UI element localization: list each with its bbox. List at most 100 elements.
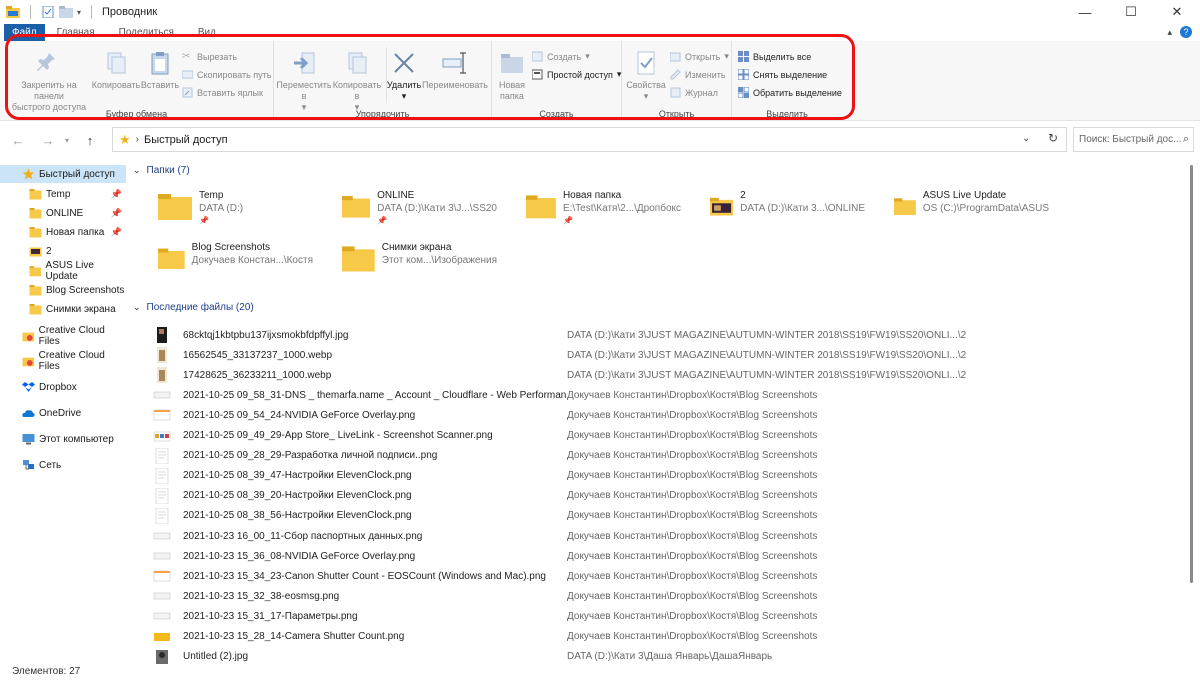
recent-file-row[interactable]: 2021-10-25 08_39_20-Настройки ElevenCloc… [153,486,1183,506]
paste-shortcut-button[interactable]: Вставить ярлык [182,87,263,98]
folder-tile[interactable]: ONLINE DATA (D:)\Кати 3\J...\SS20 📌 [317,188,497,232]
collapse-ribbon-icon[interactable]: ▴ [1167,27,1172,38]
breadcrumb-chevron-icon[interactable]: › [136,134,139,145]
folder-tile[interactable]: Temp DATA (D:) 📌 [133,188,313,232]
vertical-scrollbar[interactable] [1188,160,1195,660]
sidebar-item-5[interactable]: ASUS Live Update [0,260,126,282]
clipboard-group-label: Буфер обмена [105,109,168,119]
recent-file-row[interactable]: 2021-10-23 15_36_08-NVIDIA GeForce Overl… [153,546,1183,566]
folder-tile[interactable]: ASUS Live Update OS (C:)\ProgramData\ASUS [869,188,1049,232]
recent-file-row[interactable]: 2021-10-25 09_58_31-DNS _ themarfa.name … [153,385,1183,405]
new-folder-quick-icon[interactable] [59,6,73,18]
sidebar-item-1[interactable]: Temp 📌 [0,185,126,203]
invert-selection-button[interactable]: Обратить выделение [738,87,842,98]
delete-x-icon [394,53,414,73]
copy-to-button[interactable]: Копировать в ▾ [330,49,384,113]
folder-tile[interactable]: Снимки экрана Этот ком...\Изображения [317,240,497,284]
scrollbar-thumb[interactable] [1190,165,1193,583]
file-path: Докучаев Константин\Dropbox\Костя\Blog S… [567,490,818,502]
forward-button[interactable]: → [36,128,60,152]
folder-icon [29,189,42,200]
up-button[interactable]: ↑ [78,128,102,152]
sidebar-item-2[interactable]: ONLINE 📌 [0,204,126,222]
sidebar-item-8[interactable]: Creative Cloud Files [0,325,126,347]
folder-tile[interactable]: 2 DATA (D:)\Кати 3...\ONLINE [685,188,865,232]
file-path: DATA (D:)\Кати 3\JUST MAGAZINE\AUTUMN-WI… [567,369,967,381]
select-none-button[interactable]: Снять выделение [738,69,827,80]
properties-button[interactable]: Свойства ▾ [626,49,666,102]
folder-tile[interactable]: Новая папка E:\Test\Катя\2...\Дропбокс 📌 [501,188,681,232]
pin-icon: 📌 [110,226,122,237]
file-path: Докучаев Константин\Dropbox\Костя\Blog S… [567,550,818,562]
tab-file[interactable]: Файл [4,24,45,41]
file-name: 2021-10-25 08_38_56-Настройки ElevenCloc… [183,510,412,522]
recent-file-row[interactable]: 2021-10-23 15_32_38-eosmsg.png Докучаев К… [153,586,1183,606]
sidebar-item-11[interactable]: OneDrive [0,404,126,422]
customize-toolbar-chevron-icon[interactable]: ▾ [77,8,81,17]
address-dropdown-icon[interactable]: ⌄ [1022,133,1030,144]
cut-button[interactable]: ✂ Вырезать [182,51,237,62]
pin-to-quick-access-button[interactable]: Закрепить на панели быстрого доступа [6,49,92,113]
file-path: Докучаев Константин\Dropbox\Костя\Blog S… [567,510,818,522]
copy-path-button[interactable]: Скопировать путь [182,69,271,80]
tab-view[interactable]: Вид [186,24,228,41]
file-name: 2021-10-23 15_34_23-Canon Shutter Count … [183,570,546,582]
sidebar-item-label: Temp [46,188,71,200]
properties-quick-icon[interactable] [41,6,55,18]
address-bar[interactable]: ★ › Быстрый доступ [112,127,1067,152]
recent-locations-chevron-icon[interactable]: ▾ [60,128,74,152]
open-button[interactable]: Открыть ▾ [670,51,729,62]
back-button[interactable]: ← [6,128,30,152]
paste-shortcut-icon [182,87,193,98]
move-to-label-line1: Переместить [276,80,332,90]
recent-file-row[interactable]: 68cktqj1kbtpbu137ijxsmokbfdpffyl.jpg DATA… [153,325,1183,345]
recent-file-row[interactable]: 17428625_36233211_1000.webp DATA (D:)\Кат… [153,365,1183,385]
new-folder-button[interactable]: Новая папка [496,49,528,102]
edit-button[interactable]: Изменить [670,69,726,80]
maximize-button[interactable]: ☐ [1108,0,1154,24]
rename-button[interactable]: Переименовать [422,49,488,91]
recent-file-row[interactable]: 2021-10-25 09_49_29-App Store_ LiveLink … [153,426,1183,446]
sidebar-item-12[interactable]: Этот компьютер [0,430,126,448]
items-count: Элементов: 27 [12,665,81,677]
help-icon[interactable]: ? [1180,26,1192,38]
recent-file-row[interactable]: 2021-10-23 16_00_11-Сбор паспортных данн… [153,526,1183,546]
recent-file-row[interactable]: 2021-10-23 15_34_23-Canon Shutter Count … [153,566,1183,586]
recent-file-row[interactable]: 2021-10-23 15_31_17-Параметры.png Докучае… [153,606,1183,626]
folder-path: Докучаев Констан...\Костя [191,255,313,266]
paste-button[interactable]: Вставить [140,49,180,91]
recent-file-row[interactable]: 2021-10-25 08_39_47-Настройки ElevenCloc… [153,466,1183,486]
recent-file-row[interactable]: 2021-10-23 15_28_14-Camera Shutter Count… [153,627,1183,647]
paste-label: Вставить [140,80,180,90]
tab-home[interactable]: Главная [45,24,107,41]
history-button[interactable]: Журнал [670,87,718,98]
select-group-label: Выделить [766,109,808,119]
sidebar-item-label: 2 [46,245,52,257]
new-item-button[interactable]: Создать ▾ [532,51,590,62]
folder-tile[interactable]: Blog Screenshots Докучаев Констан...\Кост… [133,240,313,284]
move-to-button[interactable]: Переместить в ▾ [276,49,332,113]
sidebar-item-6[interactable]: Blog Screenshots [0,281,126,299]
sidebar-item-7[interactable]: Снимки экрана [0,300,126,318]
minimize-button[interactable]: — [1062,0,1108,24]
recent-file-row[interactable]: 16562545_33137237_1000.webp DATA (D:)\Кат… [153,345,1183,365]
delete-button[interactable]: Удалить ▾ [386,49,422,102]
recent-section-header[interactable]: ⌄ Последние файлы (20) [133,302,254,313]
refresh-icon[interactable]: ↻ [1048,131,1058,145]
tab-share[interactable]: Поделиться [107,24,186,41]
select-all-button[interactable]: Выделить все [738,51,811,62]
sidebar-item-3[interactable]: Новая папка 📌 [0,223,126,241]
copy-button[interactable]: Копировать [92,49,140,91]
recent-file-row[interactable]: 2021-10-25 08_38_56-Настройки ElevenCloc… [153,506,1183,526]
folders-section-header[interactable]: ⌄ Папки (7) [133,165,190,176]
easy-access-button[interactable]: Простой доступ ▾ [532,69,621,80]
search-box[interactable]: Поиск: Быстрый дос... ⌕ [1073,127,1194,152]
sidebar-item-9[interactable]: Creative Cloud Files [0,350,126,372]
sidebar-item-4[interactable]: 2 [0,242,126,260]
recent-file-row[interactable]: 2021-10-25 09_54_24-NVIDIA GeForce Overl… [153,405,1183,425]
recent-file-row[interactable]: 2021-10-25 09_28_29-Разработка личной по… [153,446,1183,466]
sidebar-item-10[interactable]: Dropbox [0,378,126,396]
sidebar-item-0[interactable]: Быстрый доступ [0,165,126,183]
sidebar-item-13[interactable]: Сеть [0,456,126,474]
close-button[interactable]: ✕ [1154,0,1200,24]
